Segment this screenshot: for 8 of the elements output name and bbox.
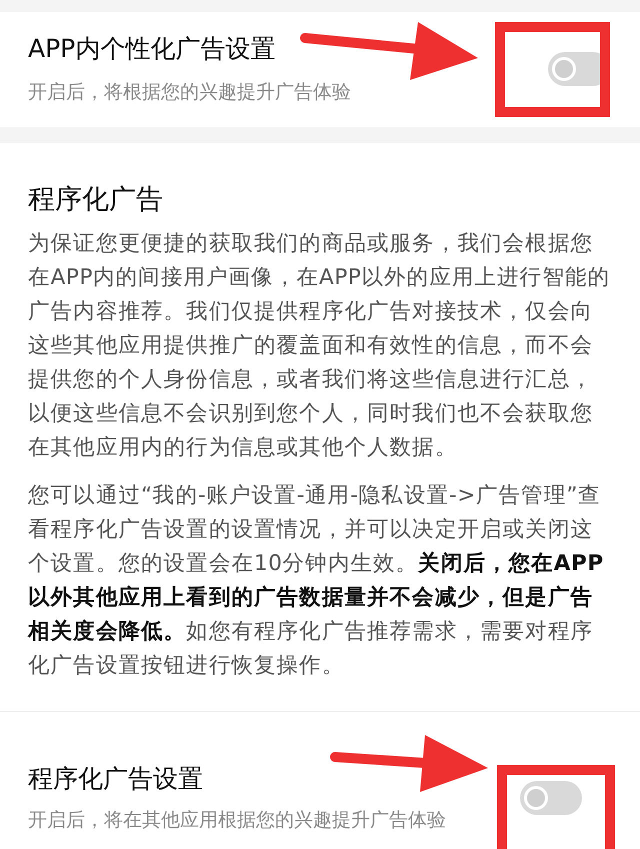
section-heading: 程序化广告: [28, 183, 164, 217]
setting-title: APP内个性化广告设置: [28, 33, 276, 65]
setting-title: 程序化广告设置: [28, 763, 204, 795]
setting-description: 开启后，将在其他应用根据您的兴趣提升广告体验: [28, 808, 446, 833]
setting-description: 开启后，将根据您的兴趣提升广告体验: [28, 80, 351, 105]
paragraph: 您可以通过“我的-账户设置-通用-隐私设置->广告管理”查看程序化广告设置的设置情况，并可以决定开启或关闭这个设置。您的设置会在10分钟内生效。关闭后，您在APP以外其他应用上看到的广告数据量并不会减少，但是广告相关度会降低。如您有程序化广告推荐需求，需要对程序化广告设置按钮进行恢复操作。: [28, 482, 605, 680]
toggle-switch[interactable]: [520, 780, 582, 814]
paragraph: 为保证您更便捷的获取我们的商品或服务，我们会根据您在APP内的间接用户画像，在APP以外的应用上进行智能的广告内容推荐。我们仅提供程序化广告对接技术，仅会向这些其他应用提供推广的覆盖面和有效性的信息，而不会提供您的个人身份信息，或者我们将这些信息进行汇总，以便这些信息不会识别到您个人，同时我们也不会获取您在其他应用内的行为信息或其他个人数据。: [28, 230, 612, 462]
